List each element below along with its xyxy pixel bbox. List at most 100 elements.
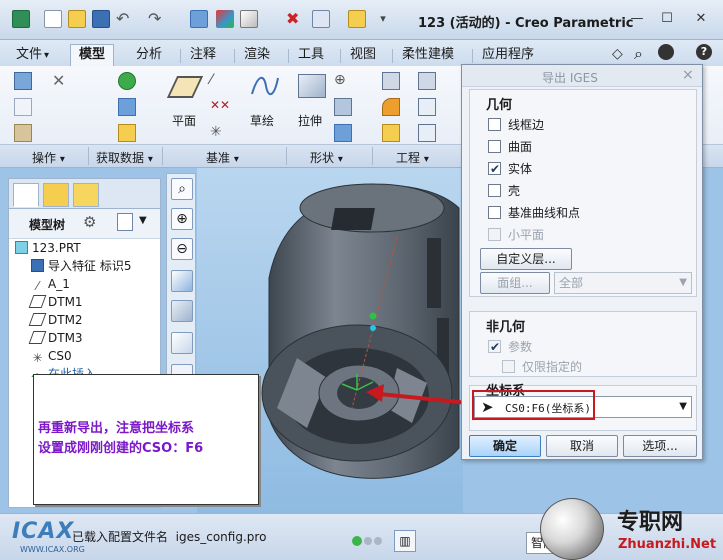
tree-item-dtm3[interactable]: DTM3 bbox=[28, 329, 83, 347]
ok-button[interactable]: 确定 bbox=[469, 435, 541, 457]
dialog-close-button[interactable]: × bbox=[682, 67, 694, 83]
tab-model[interactable]: 模型 bbox=[70, 44, 115, 67]
close-window-icon[interactable]: ✖ bbox=[286, 10, 304, 28]
blend-icon[interactable] bbox=[334, 124, 352, 142]
folder-browser-tab[interactable] bbox=[43, 183, 69, 207]
shells-checkbox[interactable]: 壳 bbox=[488, 182, 520, 200]
zhuanzhi-url: Zhuanzhi.Net bbox=[618, 537, 717, 552]
tab-analysis[interactable]: 分析 bbox=[128, 45, 170, 66]
rib-icon[interactable] bbox=[418, 124, 436, 142]
save-icon[interactable] bbox=[92, 10, 110, 28]
shell-icon[interactable] bbox=[418, 98, 436, 116]
display-icon[interactable] bbox=[240, 10, 258, 28]
chamfer-icon[interactable] bbox=[382, 124, 400, 142]
folder-icon[interactable] bbox=[348, 10, 366, 28]
help-icon[interactable]: ? bbox=[696, 44, 712, 60]
axis-icon: ⁄ bbox=[36, 279, 39, 293]
revolve-icon[interactable]: ⊕ bbox=[334, 72, 352, 90]
model-tree-header: 模型树 ⚙ ▼ bbox=[9, 209, 160, 239]
group-engineering[interactable]: 工程 ▾ bbox=[396, 149, 429, 166]
search-icon[interactable]: ⌕ bbox=[634, 44, 643, 64]
group-datum[interactable]: 基准 ▾ bbox=[206, 149, 239, 166]
regenerate-icon[interactable] bbox=[14, 72, 32, 90]
export-iges-dialog: 导出 IGES × 几何 线框边 曲面 实体 壳 基准曲线和点 小平面 自定义层… bbox=[461, 64, 703, 460]
tree-item-axis[interactable]: ⁄ A_1 bbox=[31, 275, 69, 293]
tree-columns-icon[interactable] bbox=[117, 213, 133, 231]
tab-tools[interactable]: 工具 bbox=[290, 45, 332, 66]
status-indicator-icon bbox=[352, 536, 362, 546]
extrude-button[interactable]: 拉伸 bbox=[298, 112, 322, 129]
sketch-icon[interactable] bbox=[250, 72, 280, 100]
regenerate-icon[interactable] bbox=[190, 10, 208, 28]
minimize-button[interactable]: — bbox=[626, 10, 648, 28]
find-button[interactable]: ▥ bbox=[394, 530, 416, 552]
new-file-icon[interactable] bbox=[44, 10, 62, 28]
sweep-icon[interactable] bbox=[334, 98, 352, 116]
tab-applications[interactable]: 应用程序 bbox=[474, 45, 542, 66]
tree-item-part[interactable]: 123.PRT bbox=[15, 239, 81, 257]
tree-item-import-feature[interactable]: 导入特征 标识5 bbox=[31, 257, 131, 275]
plane-button[interactable]: 平面 bbox=[172, 112, 196, 129]
surfaces-checkbox[interactable]: 曲面 bbox=[488, 138, 532, 156]
shrinkwrap-icon[interactable] bbox=[118, 124, 136, 142]
user-defined-feature-icon[interactable] bbox=[118, 72, 136, 90]
coordinate-system-icon: ✳ bbox=[32, 351, 43, 365]
icax-logo: ICAX bbox=[12, 519, 75, 544]
zoom-in-icon[interactable]: ⊕ bbox=[171, 208, 193, 230]
display-style-icon[interactable] bbox=[171, 300, 193, 322]
point-icon[interactable]: ✕✕ bbox=[210, 98, 230, 116]
community-icon[interactable] bbox=[658, 44, 674, 60]
favorites-tab[interactable] bbox=[73, 183, 99, 207]
tree-item-dtm1[interactable]: DTM1 bbox=[28, 293, 83, 311]
solids-checkbox[interactable]: 实体 bbox=[488, 160, 532, 178]
group-operations[interactable]: 操作 ▾ bbox=[32, 149, 65, 166]
copy-geometry-icon[interactable] bbox=[118, 98, 136, 116]
help-settings-icon[interactable]: ◇ bbox=[612, 46, 623, 62]
wireframe-edges-checkbox[interactable]: 线框边 bbox=[488, 116, 544, 134]
hole-icon[interactable] bbox=[382, 72, 400, 90]
redo-icon[interactable]: ↷ bbox=[148, 10, 166, 28]
plane-icon[interactable] bbox=[166, 76, 204, 98]
tab-file[interactable]: 文件 ▾ bbox=[8, 45, 57, 66]
chevron-down-icon: ▾ bbox=[233, 154, 239, 165]
dialog-title-bar[interactable]: 导出 IGES × bbox=[462, 65, 702, 87]
datum-curves-points-checkbox[interactable]: 基准曲线和点 bbox=[488, 204, 580, 222]
group-shapes[interactable]: 形状 ▾ bbox=[310, 149, 343, 166]
options-button[interactable]: 选项... bbox=[623, 435, 697, 457]
group-get-data[interactable]: 获取数据 ▾ bbox=[96, 149, 153, 166]
cancel-button[interactable]: 取消 bbox=[546, 435, 618, 457]
parameters-checkbox: 参数 bbox=[488, 338, 532, 356]
tree-settings-icon[interactable]: ⚙ bbox=[83, 213, 96, 231]
tree-item-dtm2[interactable]: DTM2 bbox=[28, 311, 83, 329]
non-geometry-section: 非几何 参数 仅限指定的 bbox=[469, 311, 697, 377]
switch-window-icon[interactable] bbox=[312, 10, 330, 28]
repaint-icon[interactable] bbox=[171, 270, 193, 292]
draft-icon[interactable] bbox=[418, 72, 436, 90]
sketch-button[interactable]: 草绘 bbox=[250, 112, 274, 129]
maximize-button[interactable]: ☐ bbox=[656, 10, 678, 28]
delete-icon[interactable]: ✕ bbox=[52, 72, 70, 90]
coordinate-system-icon[interactable]: ✳ bbox=[210, 124, 228, 142]
undo-icon[interactable]: ↶ bbox=[116, 10, 134, 28]
tree-item-cs0[interactable]: ✳ CS0 bbox=[31, 347, 71, 365]
customize-dropdown-icon[interactable]: ▾ bbox=[374, 10, 392, 28]
tab-render[interactable]: 渲染 bbox=[236, 45, 278, 66]
refit-icon[interactable]: ⌕ bbox=[171, 178, 193, 200]
model-tree-tab[interactable] bbox=[13, 183, 39, 207]
open-folder-icon[interactable] bbox=[68, 10, 86, 28]
tab-flexible-modeling[interactable]: 柔性建模 bbox=[394, 45, 462, 66]
extrude-icon[interactable] bbox=[298, 74, 326, 98]
zoom-out-icon[interactable]: ⊖ bbox=[171, 238, 193, 260]
saved-orientations-icon[interactable] bbox=[171, 332, 193, 354]
copy-icon[interactable] bbox=[14, 98, 32, 116]
facets-checkbox: 小平面 bbox=[488, 226, 544, 244]
round-icon[interactable] bbox=[382, 98, 400, 116]
close-button[interactable]: ✕ bbox=[690, 10, 712, 28]
shading-icon[interactable] bbox=[216, 10, 234, 28]
paste-icon[interactable] bbox=[14, 124, 32, 142]
custom-layers-button[interactable]: 自定义层... bbox=[480, 248, 572, 270]
chevron-down-icon[interactable]: ▼ bbox=[139, 215, 147, 226]
axis-icon[interactable]: ⁄ bbox=[210, 72, 228, 90]
tab-annotate[interactable]: 注释 bbox=[182, 45, 224, 66]
tab-view[interactable]: 视图 bbox=[342, 45, 384, 66]
